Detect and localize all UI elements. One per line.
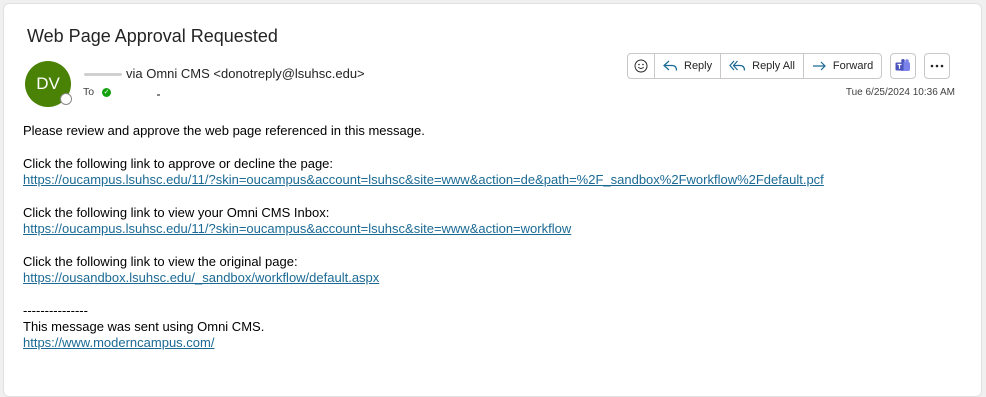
inbox-link[interactable]: https://oucampus.lsuhsc.edu/11/?skin=ouc… (23, 221, 963, 237)
reply-button[interactable]: Reply (654, 54, 720, 78)
reply-all-button[interactable]: Reply All (720, 54, 803, 78)
forward-label: Forward (832, 60, 874, 72)
check-icon: ✓ (102, 87, 112, 97)
inbox-text: Click the following link to view your Om… (23, 205, 330, 220)
sent-date: Tue 6/25/2024 10:36 AM (845, 87, 955, 98)
original-page-link[interactable]: https://ousandbox.lsuhsc.edu/_sandbox/wo… (23, 270, 963, 286)
react-button[interactable] (628, 54, 654, 78)
more-actions-button[interactable] (924, 53, 951, 79)
original-text: Click the following link to view the ori… (23, 254, 298, 269)
reply-all-icon (729, 60, 746, 71)
forward-button[interactable]: Forward (802, 54, 881, 78)
approve-text: Click the following link to approve or d… (23, 156, 334, 171)
teams-icon (895, 59, 911, 71)
recipient-redacted (157, 94, 161, 96)
email-subject: Web Page Approval Requested (27, 26, 278, 46)
message-actions: Reply Reply All Forward (627, 52, 951, 80)
footer-text: This message was sent using Omni CMS. (23, 319, 265, 334)
reply-label: Reply (684, 60, 713, 72)
action-button-group: Reply Reply All Forward (627, 53, 883, 79)
message-body: Please review and approve the web page r… (23, 123, 963, 351)
teams-button[interactable] (890, 53, 917, 79)
approve-link[interactable]: https://oucampus.lsuhsc.edu/11/?skin=ouc… (23, 172, 963, 188)
to-label: To (83, 86, 95, 98)
more-icon (930, 64, 944, 68)
reply-all-label: Reply All (752, 60, 795, 72)
recipient-row: To ✓ (83, 86, 161, 98)
smiley-icon (634, 59, 648, 73)
sender-name-redacted (84, 73, 122, 76)
signature-separator: --------------- (23, 303, 88, 318)
sender-address[interactable]: via Omni CMS <donotreply@lsuhsc.edu> (126, 66, 365, 81)
presence-status-icon (60, 93, 72, 105)
intro-text: Please review and approve the web page r… (23, 123, 425, 138)
avatar-initials: DV (36, 74, 60, 93)
reply-icon (663, 60, 678, 71)
forward-icon (812, 61, 826, 71)
footer-link[interactable]: https://www.moderncampus.com/ (23, 335, 963, 351)
email-card: Web Page Approval Requested DV via Omni … (3, 3, 982, 397)
